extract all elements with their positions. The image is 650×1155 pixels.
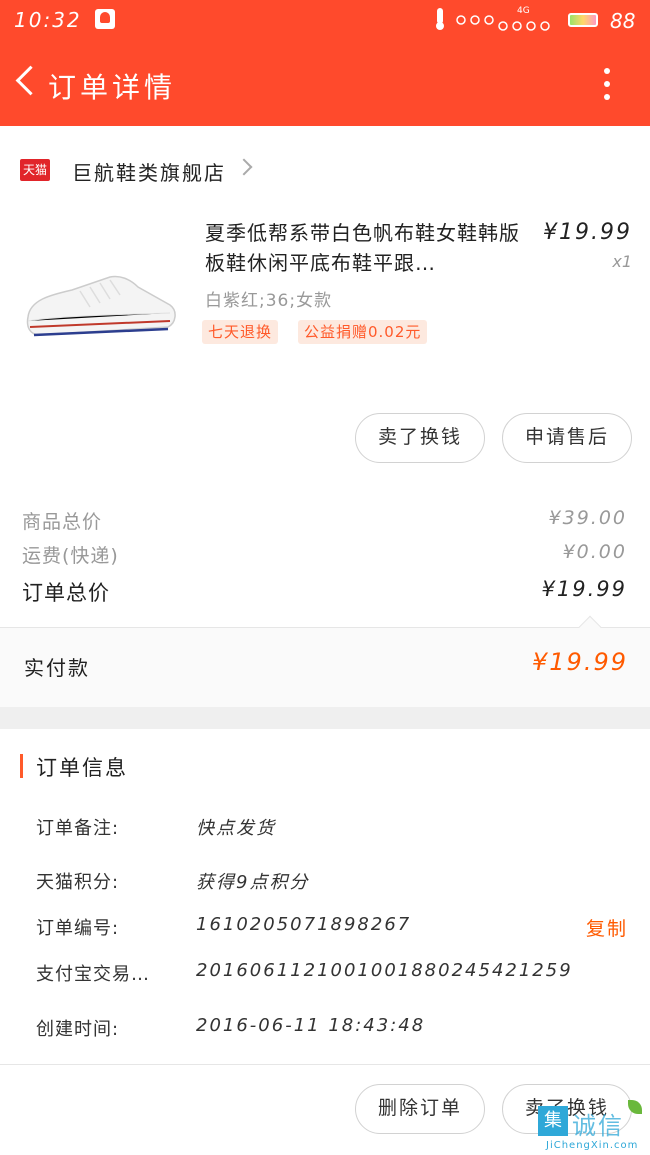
status-signal-icons: 4G xyxy=(435,6,565,34)
resell-button[interactable]: 卖了换钱 xyxy=(355,413,485,463)
watermark-text: 诚信 xyxy=(572,1112,624,1140)
sneaker-icon xyxy=(26,275,176,337)
more-options-icon[interactable] xyxy=(596,66,618,102)
battery-icon xyxy=(568,13,598,27)
shop-row[interactable]: 天猫 巨航鞋类旗舰店 xyxy=(0,145,650,197)
shop-name: 巨航鞋类旗舰店 xyxy=(72,161,226,185)
leaf-icon xyxy=(628,1100,642,1114)
notch-decoration xyxy=(578,615,602,639)
back-arrow-icon[interactable] xyxy=(8,62,44,104)
points-value: 获得9点积分 xyxy=(196,872,310,893)
alipay-value: 2016061121001001880245421259 xyxy=(196,960,573,981)
paid-value: ¥19.99 xyxy=(532,648,628,676)
app-bar: 订单详情 xyxy=(0,40,650,126)
goods-total-label: 商品总价 xyxy=(22,511,103,533)
points-label: 天猫积分: xyxy=(36,872,120,893)
paid-amount-box: 实付款 ¥19.99 xyxy=(0,615,650,707)
order-number-value: 1610205071898267 xyxy=(196,914,412,935)
network-type: 4G xyxy=(517,6,530,16)
order-total-label: 订单总价 xyxy=(22,581,110,605)
created-time-label: 创建时间: xyxy=(36,1019,120,1040)
chevron-right-icon xyxy=(235,158,253,176)
order-note-label: 订单备注: xyxy=(36,818,120,839)
product-title[interactable]: 夏季低帮系带白色帆布鞋女鞋韩版板鞋休闲平底布鞋平跟… xyxy=(205,218,525,278)
delete-order-button[interactable]: 删除订单 xyxy=(355,1084,485,1134)
goods-total-row: 商品总价 ¥39.00 xyxy=(22,507,627,537)
order-total-value: ¥19.99 xyxy=(541,577,627,601)
product-image[interactable] xyxy=(20,255,180,355)
order-number-row: 订单编号: 1610205071898267 复制 xyxy=(36,914,636,944)
points-row: 天猫积分: 获得9点积分 xyxy=(36,868,636,898)
product-sku: 白紫红;36;女款 xyxy=(205,291,333,311)
notification-bell-icon xyxy=(95,9,115,29)
bottom-divider xyxy=(0,1064,650,1065)
signal-icon xyxy=(436,8,550,31)
section-accent-bar xyxy=(20,754,23,778)
status-bar: 10:32 4G 88 xyxy=(0,0,650,40)
charity-tag: 公益捐赠0.02元 xyxy=(298,320,428,344)
shipping-value: ¥0.00 xyxy=(562,541,627,563)
shipping-label: 运费(快递) xyxy=(22,545,119,567)
page-title: 订单详情 xyxy=(48,71,177,104)
created-time-value: 2016-06-11 18:43:48 xyxy=(196,1015,426,1036)
created-time-row: 创建时间: 2016-06-11 18:43:48 xyxy=(36,1015,636,1045)
goods-total-value: ¥39.00 xyxy=(548,507,627,529)
paid-label: 实付款 xyxy=(24,656,90,680)
order-total-row: 订单总价 ¥19.99 xyxy=(22,577,627,607)
order-info-title: 订单信息 xyxy=(36,756,128,780)
after-sale-button[interactable]: 申请售后 xyxy=(502,413,632,463)
shipping-row: 运费(快递) ¥0.00 xyxy=(22,541,627,571)
section-divider xyxy=(0,707,650,729)
battery-level: 88 xyxy=(610,9,636,33)
order-note-value: 快点发货 xyxy=(196,818,276,839)
return-tag: 七天退换 xyxy=(202,320,279,344)
product-price: ¥19.99 xyxy=(543,220,632,245)
copy-button[interactable]: 复制 xyxy=(586,914,628,941)
status-time: 10:32 xyxy=(14,8,82,32)
watermark-domain: JiChengXin.com xyxy=(546,1140,639,1151)
order-number-label: 订单编号: xyxy=(36,918,120,939)
tmall-icon: 天猫 xyxy=(20,159,50,181)
order-note-row: 订单备注: 快点发货 xyxy=(36,814,636,844)
product-quantity: x1 xyxy=(612,252,632,271)
alipay-label: 支付宝交易… xyxy=(36,964,150,985)
watermark-logo: 集 诚信 JiChengXin.com xyxy=(538,1100,646,1152)
watermark-mark: 集 xyxy=(538,1106,568,1136)
alipay-row: 支付宝交易… 2016061121001001880245421259 xyxy=(36,960,636,990)
